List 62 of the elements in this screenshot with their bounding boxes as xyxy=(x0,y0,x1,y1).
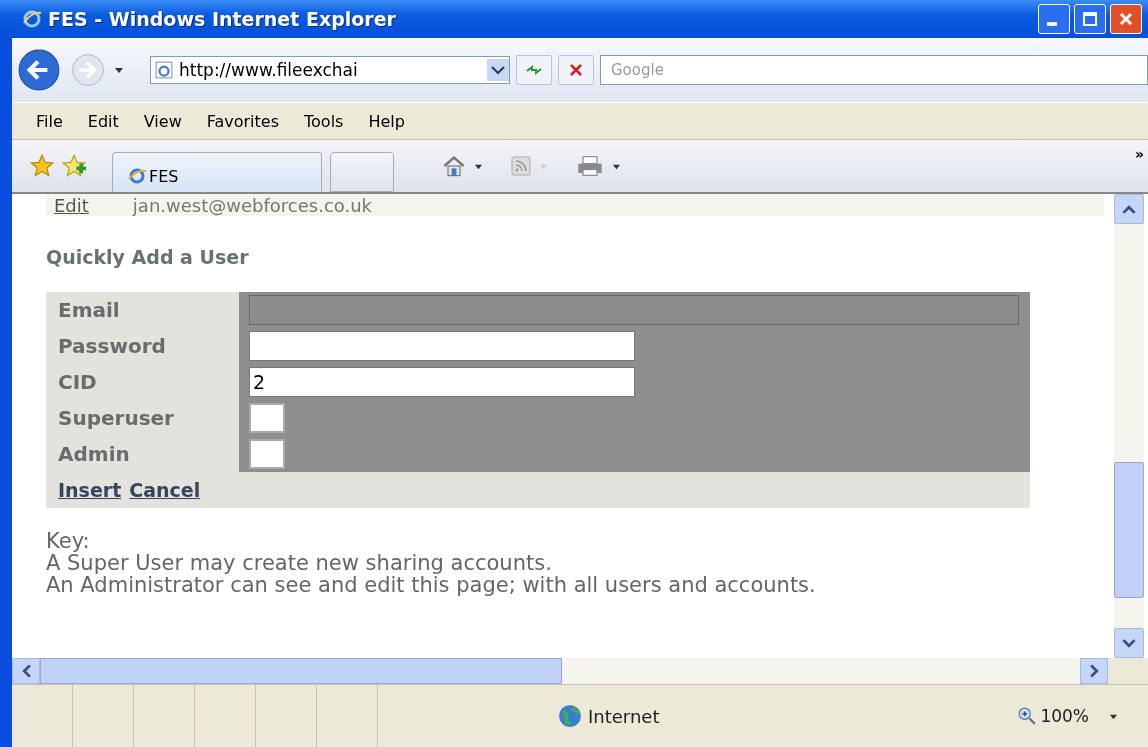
add-favorite-icon[interactable] xyxy=(62,154,86,178)
menu-item[interactable]: Favorites xyxy=(206,111,279,131)
key-text: A Super User may create new sharing accounts. xyxy=(46,552,553,574)
field-label: CID xyxy=(46,364,239,400)
address-field[interactable]: http://www.fileexchai xyxy=(150,56,510,84)
globe-icon xyxy=(558,704,582,728)
chevron-left-icon xyxy=(21,664,31,678)
scroll-up-button[interactable] xyxy=(1114,194,1144,224)
maximize-button[interactable] xyxy=(1074,4,1106,34)
search-field[interactable]: Google xyxy=(600,55,1148,85)
section-heading: Quickly Add a User xyxy=(46,246,250,268)
feed-icon[interactable] xyxy=(511,156,531,176)
refresh-button[interactable] xyxy=(516,55,552,85)
menu-item[interactable]: File xyxy=(36,111,63,131)
edit-link[interactable]: Edit xyxy=(54,195,89,216)
security-zone-text: Internet xyxy=(588,705,660,727)
back-icon[interactable] xyxy=(16,47,62,93)
horizontal-scrollbar[interactable] xyxy=(12,658,1108,684)
more-tools-button[interactable]: » xyxy=(1134,146,1144,162)
star-icon[interactable] xyxy=(30,154,54,178)
user-email: jan.west@webforces.co.uk xyxy=(132,195,373,216)
close-button[interactable] xyxy=(1110,4,1142,34)
key-text: An Administrator can see and edit this page; with all users and accounts. xyxy=(46,574,817,596)
scroll-thumb[interactable] xyxy=(40,658,562,684)
checkbox[interactable] xyxy=(249,403,285,433)
field-label: Password xyxy=(46,328,239,364)
chevron-down-icon xyxy=(1122,638,1136,648)
browser-tab[interactable]: FES xyxy=(112,152,322,192)
chevron-right-icon xyxy=(1089,664,1099,678)
field-label: Email xyxy=(46,292,239,328)
new-tab-button[interactable] xyxy=(330,152,394,192)
scroll-left-button[interactable] xyxy=(12,658,40,684)
page-icon xyxy=(155,61,173,79)
key-text: Key: xyxy=(46,530,91,552)
window-title: FES - Windows Internet Explorer xyxy=(48,8,397,30)
menu-item[interactable]: View xyxy=(143,111,182,131)
action-link[interactable]: Cancel xyxy=(129,479,201,501)
menu-item[interactable]: Tools xyxy=(304,111,344,131)
scroll-down-button[interactable] xyxy=(1114,628,1144,658)
chevron-up-icon xyxy=(1122,204,1136,214)
printer-icon[interactable] xyxy=(576,154,604,178)
checkbox[interactable] xyxy=(249,439,285,469)
field-label: Superuser xyxy=(46,400,239,436)
zoom-icon xyxy=(1018,707,1037,725)
scroll-right-button[interactable] xyxy=(1080,658,1108,684)
input-field[interactable]: 2 xyxy=(249,367,635,397)
maximize-icon xyxy=(1080,9,1100,29)
minimize-icon xyxy=(1047,22,1057,26)
browser-logo-icon xyxy=(22,9,42,29)
field-label: Admin xyxy=(46,436,239,472)
input-field[interactable] xyxy=(249,331,635,361)
zoom-button[interactable]: 100% xyxy=(1018,706,1089,726)
action-link[interactable]: Insert xyxy=(58,479,122,501)
scroll-thumb[interactable] xyxy=(1114,462,1144,598)
home-icon[interactable] xyxy=(442,154,466,178)
dropdown-arrow-icon[interactable] xyxy=(114,65,124,75)
stop-button[interactable] xyxy=(558,55,594,85)
vertical-scrollbar[interactable] xyxy=(1114,194,1144,658)
browser-logo-icon xyxy=(127,166,147,186)
menu-item[interactable]: Edit xyxy=(87,111,119,131)
menu-item[interactable]: Help xyxy=(368,111,405,131)
minimize-button[interactable] xyxy=(1038,4,1070,34)
